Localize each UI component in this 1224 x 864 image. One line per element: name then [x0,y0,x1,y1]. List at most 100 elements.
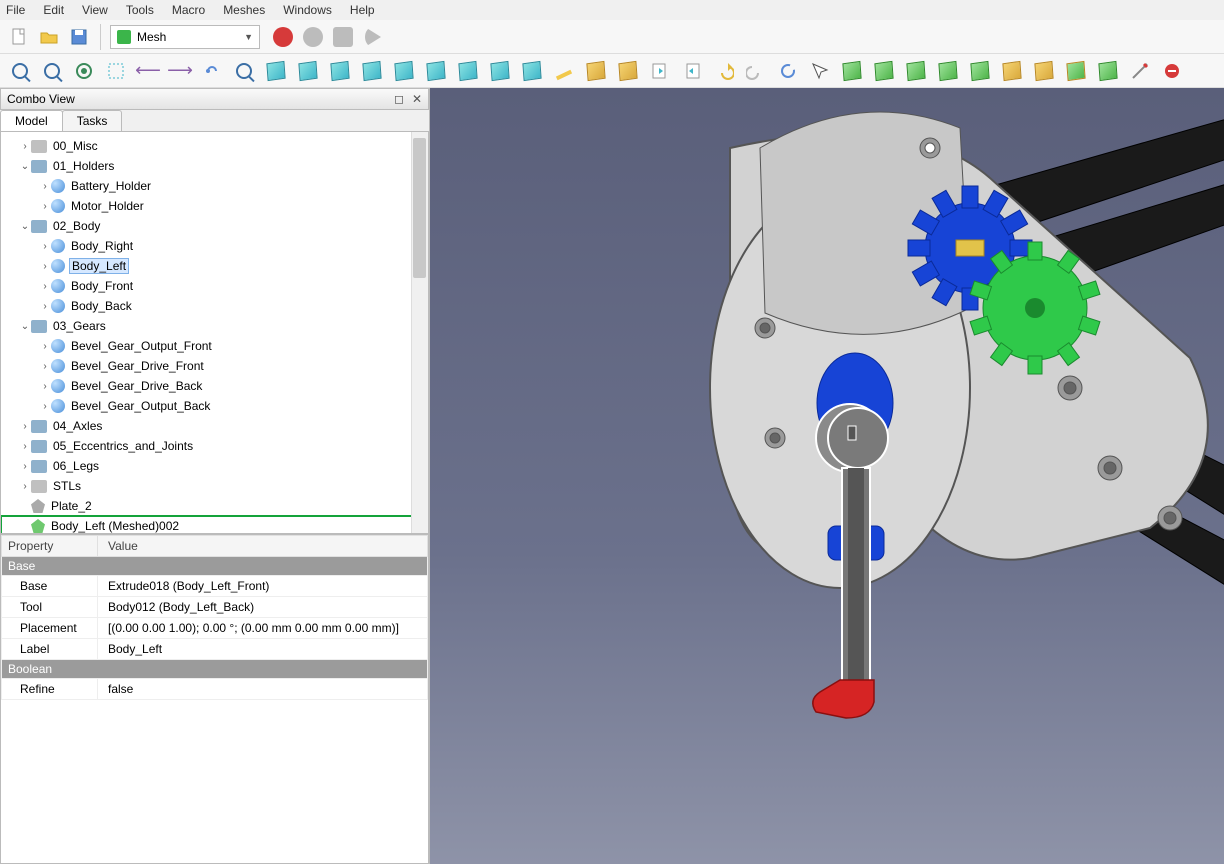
tree-item-06-legs[interactable]: ›06_Legs [1,456,428,476]
mesh-eval-button[interactable] [838,57,866,85]
caret-icon[interactable]: › [39,241,51,252]
top-view-button[interactable] [326,57,354,85]
caret-icon[interactable]: ⌄ [19,321,31,332]
tree-item-stls[interactable]: ›STLs [1,476,428,496]
caret-icon[interactable]: › [39,181,51,192]
prop-tool-value[interactable]: Body012 (Body_Left_Back) [98,597,428,618]
macro-run-button[interactable] [360,24,386,50]
menu-file[interactable]: File [6,3,25,17]
rotate-left-button[interactable] [486,57,514,85]
prop-refine-value[interactable]: false [98,679,428,700]
prop-placement-value[interactable]: [(0.00 0.00 1.00); 0.00 °; (0.00 mm 0.00… [98,618,428,639]
panel-float-icon[interactable]: ◻ [394,92,404,106]
mesh-close-button[interactable] [966,57,994,85]
caret-icon[interactable]: › [19,141,31,152]
open-button[interactable] [36,24,62,50]
draw-style-button[interactable] [70,57,98,85]
iso-view-button[interactable] [262,57,290,85]
menu-tools[interactable]: Tools [126,3,154,17]
delete-button[interactable] [1158,57,1186,85]
boolean3-button[interactable] [1062,57,1090,85]
caret-icon[interactable]: › [39,381,51,392]
caret-icon[interactable]: › [39,281,51,292]
tree-item-04-axles[interactable]: ›04_Axles [1,416,428,436]
import-button[interactable] [646,57,674,85]
boolean1-button[interactable] [998,57,1026,85]
tree-item-00-misc[interactable]: ›00_Misc [1,136,428,156]
caret-icon[interactable]: › [19,461,31,472]
workbench-selector[interactable]: Mesh ▼ [110,25,260,49]
mesh-harmonize-button[interactable] [870,57,898,85]
tab-tasks[interactable]: Tasks [62,110,123,131]
tree-item-03-gears[interactable]: ⌄03_Gears [1,316,428,336]
menu-windows[interactable]: Windows [283,3,332,17]
tree-item-02-body[interactable]: ⌄02_Body [1,216,428,236]
tab-model[interactable]: Model [0,110,63,131]
menu-help[interactable]: Help [350,3,375,17]
tree-scrollbar[interactable] [411,132,428,533]
tree-item-bevel-gear-output-front[interactable]: ›Bevel_Gear_Output_Front [1,336,428,356]
menu-view[interactable]: View [82,3,108,17]
tree-item-battery-holder[interactable]: ›Battery_Holder [1,176,428,196]
caret-icon[interactable]: › [19,481,31,492]
nav-right-button[interactable]: ⟶ [166,57,194,85]
left-view-button[interactable] [454,57,482,85]
prop-base-value[interactable]: Extrude018 (Body_Left_Front) [98,576,428,597]
macro-stop-button[interactable] [300,24,326,50]
mesh-fill-button[interactable] [934,57,962,85]
part-cube2-button[interactable] [614,57,642,85]
tree-item-05-eccentrics-and-joints[interactable]: ›05_Eccentrics_and_Joints [1,436,428,456]
bounding-box-button[interactable] [102,57,130,85]
tree-item-body-front[interactable]: ›Body_Front [1,276,428,296]
model-tree[interactable]: ›00_Misc⌄01_Holders›Battery_Holder›Motor… [0,132,429,534]
tree-item-body-left[interactable]: ›Body_Left [1,256,428,276]
menu-edit[interactable]: Edit [43,3,64,17]
menu-macro[interactable]: Macro [172,3,205,17]
caret-icon[interactable]: ⌄ [19,221,31,232]
rear-view-button[interactable] [390,57,418,85]
prop-label-value[interactable]: Body_Left [98,639,428,660]
caret-icon[interactable]: › [39,341,51,352]
front-view-button[interactable] [294,57,322,85]
tree-item-bevel-gear-output-back[interactable]: ›Bevel_Gear_Output_Back [1,396,428,416]
caret-icon[interactable]: › [19,441,31,452]
export-button[interactable] [678,57,706,85]
fit-selection-button[interactable] [38,57,66,85]
mesh-flip-button[interactable] [902,57,930,85]
rotate-right-button[interactable] [518,57,546,85]
boolean2-button[interactable] [1030,57,1058,85]
tree-item-body-left-meshed-002[interactable]: Body_Left (Meshed)002 [1,516,428,534]
cut-button[interactable] [1126,57,1154,85]
new-button[interactable] [6,24,32,50]
macro-record-button[interactable] [270,24,296,50]
caret-icon[interactable]: ⌄ [19,161,31,172]
part-cube-button[interactable] [582,57,610,85]
redo-button[interactable] [742,57,770,85]
refresh-button[interactable] [774,57,802,85]
bottom-view-button[interactable] [422,57,450,85]
primitive-button[interactable] [1094,57,1122,85]
link-nav-button[interactable] [198,57,226,85]
viewport-3d[interactable] [430,88,1224,864]
macros-button[interactable] [330,24,356,50]
menu-meshes[interactable]: Meshes [223,3,265,17]
tree-item-plate-2[interactable]: Plate_2 [1,496,428,516]
undo-button[interactable] [710,57,738,85]
right-view-button[interactable] [358,57,386,85]
caret-icon[interactable]: › [39,401,51,412]
tree-item-01-holders[interactable]: ⌄01_Holders [1,156,428,176]
zoom-button[interactable] [230,57,258,85]
measure-button[interactable] [550,57,578,85]
tree-item-bevel-gear-drive-front[interactable]: ›Bevel_Gear_Drive_Front [1,356,428,376]
tree-item-body-back[interactable]: ›Body_Back [1,296,428,316]
panel-close-icon[interactable]: ✕ [412,92,422,106]
caret-icon[interactable]: › [39,301,51,312]
tree-item-body-right[interactable]: ›Body_Right [1,236,428,256]
caret-icon[interactable]: › [39,261,51,272]
save-button[interactable] [66,24,92,50]
nav-left-button[interactable]: ⟵ [134,57,162,85]
fit-all-button[interactable] [6,57,34,85]
whatsthis-button[interactable] [806,57,834,85]
caret-icon[interactable]: › [39,201,51,212]
tree-item-motor-holder[interactable]: ›Motor_Holder [1,196,428,216]
